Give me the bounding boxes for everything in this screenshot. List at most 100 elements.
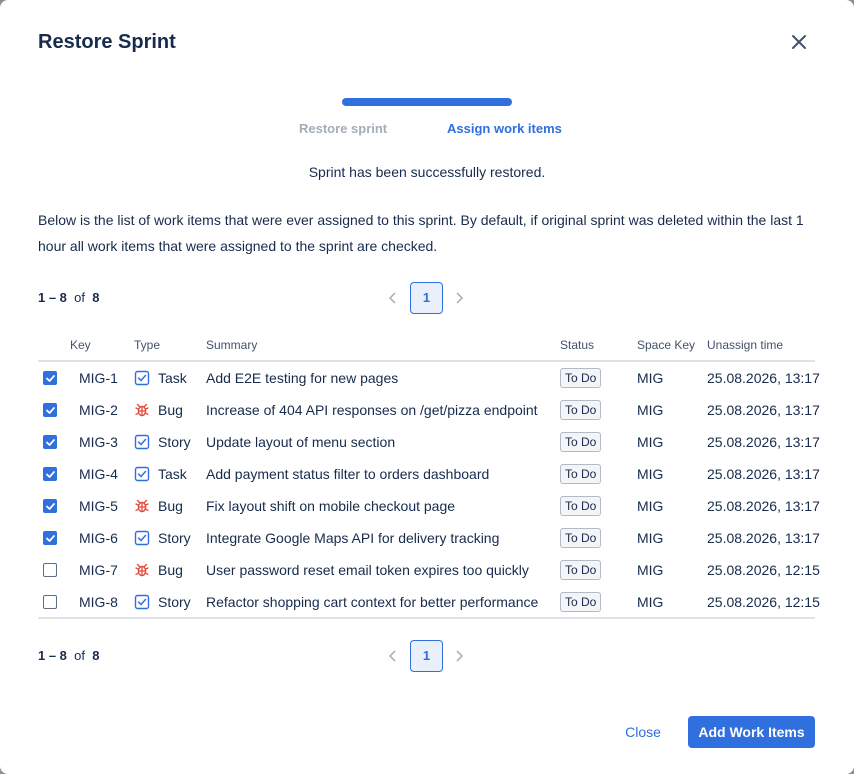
header-space-key: Space Key	[637, 338, 696, 352]
success-message: Sprint has been successfully restored.	[308, 164, 546, 180]
status-badge: To Do	[560, 432, 602, 452]
table-row[interactable]: MIG-4 Task Add payment status filter to …	[38, 458, 820, 490]
row-unassign-time: 25.08.2026, 13:17	[707, 402, 820, 418]
item-total: 8	[92, 648, 100, 663]
table-row[interactable]: MIG-2 Bug Increase of 404 API responses …	[38, 394, 820, 426]
header-key: Key	[70, 338, 91, 352]
row-unassign-time: 25.08.2026, 12:15	[707, 594, 820, 610]
row-key: MIG-1	[79, 370, 118, 386]
bug-icon	[134, 562, 150, 578]
row-space-key: MIG	[637, 434, 664, 450]
add-work-items-button[interactable]: Add Work Items	[688, 716, 815, 748]
status-badge: To Do	[560, 560, 602, 580]
row-space-key: MIG	[637, 370, 664, 386]
row-checkbox[interactable]	[43, 467, 57, 481]
row-checkbox[interactable]	[43, 595, 57, 609]
header-status: Status	[560, 338, 595, 352]
row-summary: Refactor shopping cart context for bette…	[206, 594, 539, 610]
description-text: Below is the list of work items that wer…	[38, 212, 804, 254]
row-type: Bug	[158, 402, 183, 418]
header-summary: Summary	[206, 338, 258, 352]
table-row[interactable]: MIG-3 Story Update layout of menu sectio…	[38, 426, 820, 458]
table-row[interactable]: MIG-1 Task Add E2E testing for new pages…	[38, 362, 820, 394]
work-items-table-body: MIG-1 Task Add E2E testing for new pages…	[38, 362, 820, 619]
row-unassign-time: 25.08.2026, 13:17	[707, 370, 820, 386]
table-row[interactable]: MIG-5 Bug Fix layout shift on mobile che…	[38, 490, 820, 522]
bug-icon	[134, 498, 150, 514]
close-button[interactable]: Close	[612, 716, 674, 748]
row-space-key: MIG	[637, 530, 664, 546]
row-key: MIG-4	[79, 466, 118, 482]
row-type: Bug	[158, 498, 183, 514]
row-unassign-time: 25.08.2026, 13:17	[707, 466, 820, 482]
status-badge: To Do	[560, 592, 602, 612]
row-checkbox[interactable]	[43, 499, 57, 513]
modal-title: Restore Sprint	[38, 31, 176, 53]
table-header: Key Type Summary Status Space Key Unassi…	[38, 334, 815, 362]
row-unassign-time: 25.08.2026, 13:17	[707, 434, 820, 450]
item-count-bottom: 1 – 8 of 8	[38, 648, 99, 663]
row-unassign-time: 25.08.2026, 12:15	[707, 562, 820, 578]
bug-icon	[134, 402, 150, 418]
story-icon	[134, 434, 150, 450]
row-summary: Fix layout shift on mobile checkout page	[206, 498, 456, 514]
status-badge: To Do	[560, 464, 602, 484]
step-assign-work-items: Assign work items	[447, 121, 562, 136]
page-1-button[interactable]: 1	[410, 282, 443, 314]
task-icon	[134, 370, 150, 386]
row-type: Task	[158, 466, 187, 482]
row-space-key: MIG	[637, 562, 664, 578]
header-unassign-time: Unassign time	[707, 338, 784, 352]
row-key: MIG-7	[79, 562, 118, 578]
row-type: Story	[158, 530, 191, 546]
chevron-left-icon[interactable]	[385, 648, 401, 664]
row-key: MIG-2	[79, 402, 118, 418]
pagination-bottom: 1	[384, 640, 468, 672]
table-row[interactable]: MIG-7 Bug User password reset email toke…	[38, 554, 820, 586]
status-badge: To Do	[560, 496, 602, 516]
row-space-key: MIG	[637, 402, 664, 418]
row-checkbox[interactable]	[43, 403, 57, 417]
status-badge: To Do	[560, 368, 602, 388]
row-summary: Increase of 404 API responses on /get/pi…	[206, 402, 538, 418]
item-count-top: 1 – 8 of 8	[38, 290, 99, 305]
row-checkbox[interactable]	[43, 531, 57, 545]
stepper-progress-bar	[342, 98, 512, 106]
row-type: Task	[158, 370, 187, 386]
row-checkbox[interactable]	[43, 435, 57, 449]
row-summary: Add payment status filter to orders dash…	[206, 466, 490, 482]
row-space-key: MIG	[637, 466, 664, 482]
row-checkbox[interactable]	[43, 563, 57, 577]
header-type: Type	[134, 338, 161, 352]
chevron-right-icon[interactable]	[451, 648, 467, 664]
item-range: 1 – 8	[38, 290, 67, 305]
row-unassign-time: 25.08.2026, 13:17	[707, 530, 820, 546]
row-key: MIG-3	[79, 434, 118, 450]
item-of-label: of	[74, 648, 85, 663]
step-restore-sprint: Restore sprint	[299, 121, 388, 136]
row-key: MIG-6	[79, 530, 118, 546]
pagination-top: 1	[384, 282, 468, 314]
item-range: 1 – 8	[38, 648, 67, 663]
task-icon	[134, 466, 150, 482]
row-type: Bug	[158, 562, 183, 578]
close-icon[interactable]	[787, 30, 811, 54]
restore-sprint-modal: Restore Sprint Restore sprint Assign wor…	[0, 0, 854, 774]
row-key: MIG-5	[79, 498, 118, 514]
row-space-key: MIG	[637, 594, 664, 610]
page-1-button[interactable]: 1	[410, 640, 443, 672]
row-type: Story	[158, 434, 191, 450]
row-checkbox[interactable]	[43, 371, 57, 385]
story-icon	[134, 530, 150, 546]
table-row[interactable]: MIG-6 Story Integrate Google Maps API fo…	[38, 522, 820, 554]
row-summary: Add E2E testing for new pages	[206, 370, 399, 386]
row-unassign-time: 25.08.2026, 13:17	[707, 498, 820, 514]
table-row[interactable]: MIG-8 Story Refactor shopping cart conte…	[38, 586, 820, 618]
row-key: MIG-8	[79, 594, 118, 610]
row-space-key: MIG	[637, 498, 664, 514]
chevron-left-icon[interactable]	[385, 290, 401, 306]
row-summary: Update layout of menu section	[206, 434, 396, 450]
chevron-right-icon[interactable]	[451, 290, 467, 306]
status-badge: To Do	[560, 400, 602, 420]
status-badge: To Do	[560, 528, 602, 548]
